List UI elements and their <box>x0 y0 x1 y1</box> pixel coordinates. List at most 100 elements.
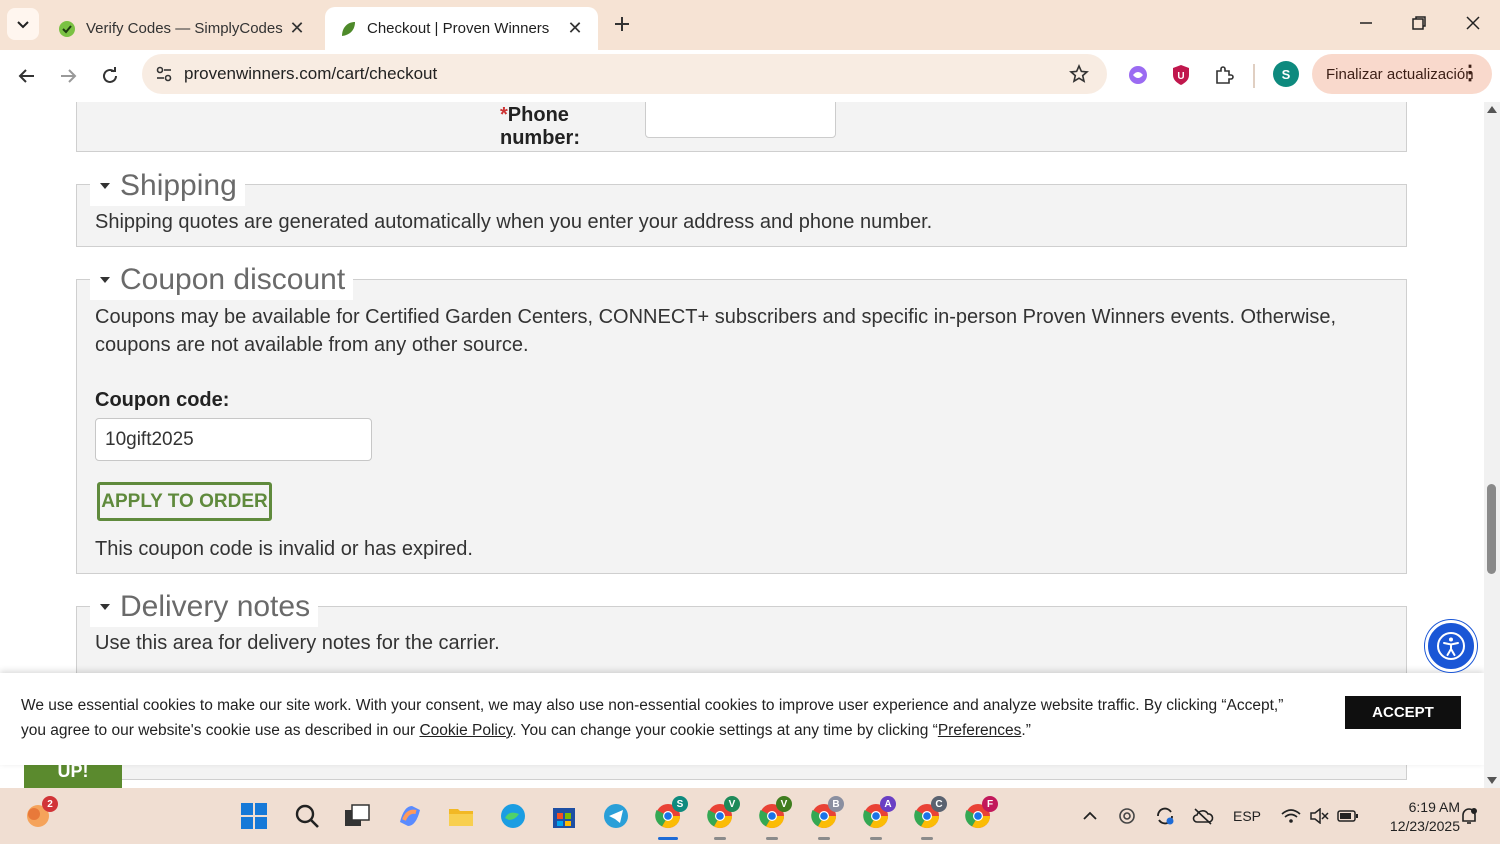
volume-tray-icon[interactable] <box>1308 804 1330 828</box>
copilot-extension-icon[interactable] <box>1125 62 1151 88</box>
more-menu-icon[interactable]: ⋮ <box>1460 63 1480 83</box>
coupon-code-input[interactable]: 10gift2025 <box>95 418 372 461</box>
accessibility-button[interactable] <box>1425 620 1477 672</box>
taskbar-clock[interactable]: 6:19 AM 12/23/2025 <box>1370 798 1460 836</box>
profile-badge: A <box>880 796 896 812</box>
preferences-link[interactable]: Preferences <box>938 722 1022 739</box>
chrome-window-c[interactable]: C <box>911 796 947 840</box>
address-bar[interactable]: provenwinners.com/cart/checkout <box>142 54 1107 94</box>
show-hidden-icons-button[interactable] <box>1080 804 1100 828</box>
network-drive-icon <box>1119 808 1135 824</box>
close-window-button[interactable] <box>1453 8 1493 38</box>
scroll-thumb[interactable] <box>1487 484 1496 574</box>
profile-avatar[interactable]: S <box>1273 61 1299 87</box>
telegram-app[interactable] <box>600 800 632 832</box>
plus-icon <box>615 17 629 31</box>
search-icon <box>295 804 319 828</box>
scroll-down-arrow[interactable] <box>1487 777 1497 784</box>
running-indicator <box>921 837 933 840</box>
clock-time: 6:19 AM <box>1408 799 1460 815</box>
task-view-button[interactable] <box>341 800 373 832</box>
profile-badge: S <box>672 796 688 812</box>
accept-cookies-button[interactable]: ACCEPT <box>1345 696 1461 729</box>
restore-button[interactable] <box>1399 8 1439 38</box>
running-indicator <box>714 837 726 840</box>
star-icon[interactable] <box>1067 62 1091 86</box>
coupon-heading: Coupon discount <box>120 263 346 296</box>
notifications-button[interactable] <box>1458 804 1480 828</box>
battery-tray-icon[interactable] <box>1336 804 1360 828</box>
sync-icon <box>1157 807 1174 825</box>
minimize-button[interactable] <box>1346 8 1386 38</box>
clock-date: 12/23/2025 <box>1389 818 1460 834</box>
shipping-legend[interactable]: Shipping <box>90 166 245 206</box>
notification-bell-icon <box>1462 808 1477 824</box>
cloud-offline-icon <box>1192 808 1214 825</box>
store-icon <box>553 808 575 828</box>
forward-icon <box>61 69 77 83</box>
chrome-window-s[interactable]: S <box>652 796 688 840</box>
running-indicator <box>818 837 830 840</box>
cookie-policy-link[interactable]: Cookie Policy <box>419 722 512 739</box>
phone-number-input[interactable] <box>645 102 836 138</box>
profile-badge: B <box>828 796 844 812</box>
folder-icon <box>449 809 473 826</box>
caret-down-icon <box>94 596 116 618</box>
update-browser-button[interactable]: Finalizar actualización ⋮ <box>1312 54 1492 94</box>
restore-icon <box>1412 16 1426 30</box>
windows-start-icon <box>241 803 267 829</box>
profile-badge: F <box>982 796 998 812</box>
chrome-window-f[interactable]: F <box>962 796 998 832</box>
ublock-shield-icon[interactable]: U <box>1168 62 1194 88</box>
scroll-up-arrow[interactable] <box>1487 106 1497 113</box>
store-app[interactable] <box>548 800 580 832</box>
extension-icon[interactable] <box>1211 62 1237 88</box>
chevron-up-icon <box>1083 811 1097 820</box>
volume-muted-icon <box>1310 808 1329 824</box>
windows-taskbar: 2 S V V B A C F ESP 6:19 AM 12/23/2025 <box>0 788 1500 844</box>
taskbar-search-button[interactable] <box>291 800 323 832</box>
file-explorer-app[interactable] <box>445 800 477 832</box>
back-button[interactable] <box>10 59 44 93</box>
coupon-description: Coupons may be available for Certified G… <box>95 306 1337 356</box>
tab-simplycodes[interactable]: Verify Codes — SimplyCodes ✕ <box>44 7 320 50</box>
chevron-down-icon <box>17 21 29 29</box>
wifi-tray-icon[interactable] <box>1280 804 1302 828</box>
apply-to-order-button[interactable]: APPLY TO ORDER <box>97 482 272 521</box>
weather-widget[interactable]: 2 <box>22 796 58 832</box>
delivery-legend[interactable]: Delivery notes <box>90 587 319 627</box>
start-button[interactable] <box>238 800 270 832</box>
page-scrollbar[interactable] <box>1484 102 1500 788</box>
back-icon <box>18 69 34 83</box>
chrome-window-b[interactable]: B <box>808 796 844 840</box>
toolbar-divider <box>1253 64 1255 88</box>
minimize-icon <box>1360 22 1372 24</box>
chrome-window-v[interactable]: V <box>704 796 740 840</box>
tab-search-button[interactable] <box>7 8 39 40</box>
profile-badge: V <box>776 796 792 812</box>
language-indicator[interactable]: ESP <box>1232 804 1262 828</box>
active-indicator <box>658 837 678 840</box>
chrome-window-a[interactable]: A <box>860 796 896 840</box>
telegram-icon <box>604 804 628 828</box>
coupon-code-label: Coupon code: <box>95 389 230 411</box>
tab-proven-winners[interactable]: Checkout | Proven Winners ✕ <box>325 7 598 50</box>
edge-app[interactable] <box>497 800 529 832</box>
close-icon[interactable]: ✕ <box>566 18 584 38</box>
tray-app-icon[interactable] <box>1116 804 1138 828</box>
browser-tab-bar: Verify Codes — SimplyCodes ✕ Checkout | … <box>0 0 1500 50</box>
new-tab-button[interactable] <box>608 10 636 38</box>
coupon-legend[interactable]: Coupon discount <box>90 260 354 300</box>
copilot-app[interactable] <box>394 800 426 832</box>
close-icon[interactable]: ✕ <box>288 18 306 38</box>
browser-toolbar: provenwinners.com/cart/checkout U S Fina… <box>0 50 1500 102</box>
reload-button[interactable] <box>93 59 127 93</box>
forward-button[interactable] <box>51 59 85 93</box>
chrome-window-v2[interactable]: V <box>756 796 792 840</box>
site-settings-icon[interactable] <box>150 60 178 88</box>
battery-icon <box>1337 810 1358 822</box>
sync-tray-icon[interactable] <box>1154 804 1176 828</box>
caret-down-icon <box>94 269 116 291</box>
onedrive-tray-icon[interactable] <box>1191 804 1215 828</box>
accessibility-icon <box>1437 632 1465 660</box>
